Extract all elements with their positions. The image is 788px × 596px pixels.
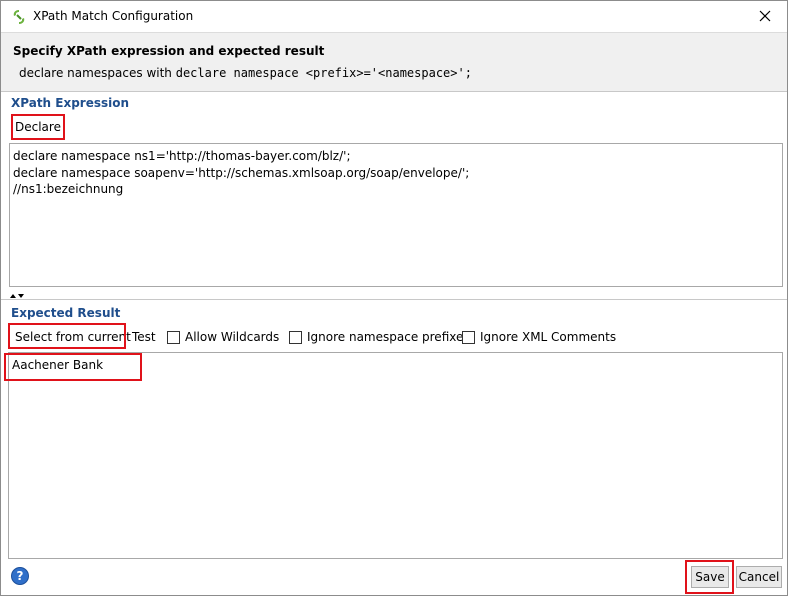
xpath-expression-editor[interactable]: declare namespace ns1='http://thomas-bay… xyxy=(9,143,783,287)
ignore-xml-comments-label: Ignore XML Comments xyxy=(480,330,617,344)
cancel-button[interactable]: Cancel xyxy=(736,566,782,588)
ignore-namespace-prefixes-checkbox[interactable]: Ignore namespace prefixes xyxy=(289,329,470,345)
allow-wildcards-checkbox[interactable]: Allow Wildcards xyxy=(167,329,279,345)
checkbox-box[interactable] xyxy=(289,330,302,344)
window-title: XPath Match Configuration xyxy=(33,9,194,23)
dialog-header: Specify XPath expression and expected re… xyxy=(1,32,787,92)
save-button[interactable]: Save xyxy=(691,566,729,588)
title-bar: XPath Match Configuration xyxy=(1,1,787,32)
expected-result-label: Expected Result xyxy=(11,306,121,320)
close-button[interactable] xyxy=(743,1,787,31)
select-from-current-button[interactable]: Select from current xyxy=(11,327,135,347)
header-desc-prefix: declare namespaces with xyxy=(19,66,176,80)
help-icon: ? xyxy=(16,569,24,583)
declare-button[interactable]: Declare xyxy=(11,117,65,137)
allow-wildcards-label: Allow Wildcards xyxy=(185,330,280,344)
ignore-xml-comments-checkbox[interactable]: Ignore XML Comments xyxy=(462,329,616,345)
soapui-icon xyxy=(13,10,25,24)
xpath-match-dialog: XPath Match Configuration Specify XPath … xyxy=(0,0,788,596)
xpath-expression-label: XPath Expression xyxy=(11,96,130,110)
checkbox-box[interactable] xyxy=(167,330,180,344)
ignore-namespace-prefixes-label: Ignore namespace prefixes xyxy=(307,330,470,344)
checkbox-box[interactable] xyxy=(462,330,475,344)
test-button[interactable]: Test xyxy=(128,327,160,347)
section-divider xyxy=(1,299,787,300)
help-button[interactable]: ? xyxy=(11,567,29,585)
header-description: declare namespaces with declare namespac… xyxy=(19,66,472,80)
expected-result-editor[interactable]: Aachener Bank xyxy=(8,352,783,559)
header-title: Specify XPath expression and expected re… xyxy=(13,44,325,58)
header-desc-code: declare namespace <prefix>='<namespace>'… xyxy=(175,66,472,80)
close-icon xyxy=(759,10,771,22)
